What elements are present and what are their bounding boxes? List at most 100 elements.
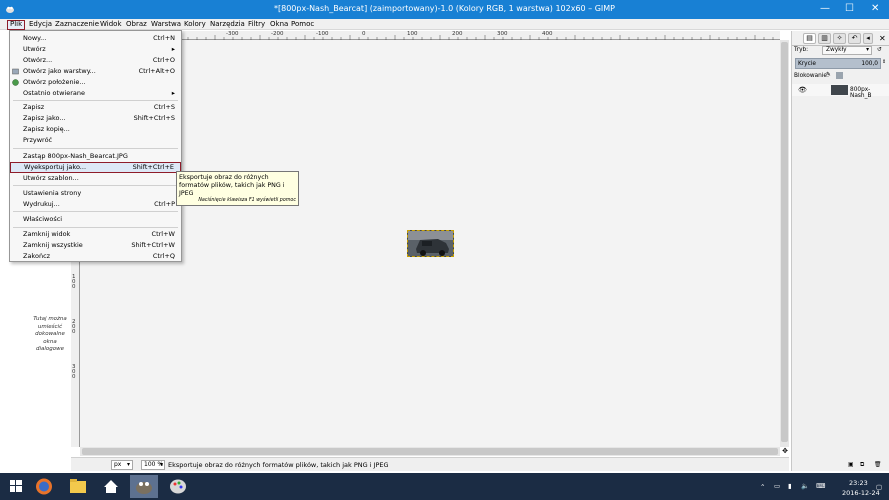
navigate-icon[interactable]: ✥ <box>781 447 789 456</box>
lock-paint-icon[interactable]: ✎ <box>826 72 831 78</box>
menu-pomoc[interactable]: Pomoc <box>289 20 316 30</box>
ruler-top-ticks <box>80 35 774 40</box>
opacity-slider[interactable]: Krycie 100,0 <box>795 58 881 69</box>
volume-icon[interactable]: 🔈 <box>801 482 809 490</box>
start-button[interactable] <box>2 475 30 498</box>
mode-value: Zwykły <box>826 47 847 53</box>
menu-item-zamknij-widok[interactable]: Zamknij widok Ctrl+W <box>10 229 181 240</box>
menu-obraz[interactable]: Obraz <box>124 20 149 30</box>
channels-icon: ▥ <box>821 34 828 42</box>
tab-layers[interactable]: ▤ <box>803 33 816 44</box>
menu-item-utworz-szablon[interactable]: Utwórz szablon... <box>10 173 181 184</box>
menu-item-zamknij-wszystkie[interactable]: Zamknij wszystkie Shift+Ctrl+W <box>10 240 181 251</box>
window-title: *[800px-Nash_Bearcat] (zaimportowany)-1.… <box>273 4 615 13</box>
delete-layer-icon[interactable]: 🗑 <box>874 462 881 468</box>
horizontal-scroll-thumb[interactable] <box>82 448 778 455</box>
notifications-icon[interactable]: ▢ <box>876 483 882 491</box>
tab-channels[interactable]: ▥ <box>818 33 831 44</box>
mode-reset-icon[interactable]: ↺ <box>877 47 882 53</box>
opacity-value: 100,0 <box>861 61 878 67</box>
menu-item-label: Otwórz... <box>23 56 53 64</box>
menu-item-zakoncz[interactable]: Zakończ Ctrl+Q <box>10 251 181 262</box>
panel-bottom-bar: ▣ ⧉ 🗑 <box>792 461 889 471</box>
menu-warstwa[interactable]: Warstwa <box>149 20 183 30</box>
menu-item-otworz[interactable]: Otwórz... Ctrl+O <box>10 55 181 66</box>
zoom-select[interactable]: 100 % ▾ <box>141 460 165 470</box>
menu-item-ustawienia-strony[interactable]: Ustawienia strony <box>10 188 181 199</box>
vertical-scroll-thumb[interactable] <box>781 42 788 442</box>
layer-thumbnail <box>831 85 848 95</box>
menu-item-zapisz-jako[interactable]: Zapisz jako... Shift+Ctrl+S <box>10 113 181 124</box>
menu-item-nowy[interactable]: Nowy... Ctrl+N <box>10 33 181 44</box>
duplicate-layer-icon[interactable]: ⧉ <box>860 462 864 469</box>
menu-separator <box>13 185 178 186</box>
menu-kolory[interactable]: Kolory <box>182 20 208 30</box>
menu-item-zapisz[interactable]: Zapisz Ctrl+S <box>10 102 181 113</box>
paint-button[interactable] <box>164 475 192 498</box>
new-layer-icon[interactable]: ▣ <box>848 462 853 468</box>
close-button[interactable]: ✕ <box>871 3 879 14</box>
menu-item-przywroc[interactable]: Przywróć <box>10 135 181 146</box>
menu-item-utworz[interactable]: Utwórz ▸ <box>10 44 181 55</box>
clock-time[interactable]: 23:23 <box>849 479 868 487</box>
dock-tabs: ▤ ▥ ✧ ↶ ◂ ✕ <box>792 31 889 46</box>
taskbar: ⌃ ▭ ▮ 🔈 ⌨ 23:23 2016-12-24 ▢ <box>0 473 889 500</box>
menu-item-label: Zapisz <box>23 103 45 111</box>
firefox-button[interactable] <box>30 475 58 498</box>
minimize-button[interactable]: — <box>820 3 830 14</box>
menu-zaznaczenie[interactable]: Zaznaczenie <box>53 20 101 30</box>
vertical-scrollbar[interactable] <box>780 40 789 447</box>
battery-icon[interactable]: ▮ <box>788 482 792 490</box>
menu-item-zastap[interactable]: Zastąp 800px-Nash_Bearcat.JPG <box>10 151 181 162</box>
menu-item-shortcut: Shift+Ctrl+E <box>132 163 174 171</box>
menu-widok[interactable]: Widok <box>98 20 124 30</box>
gimp-taskbar-button[interactable] <box>130 475 158 498</box>
tab-menu[interactable]: ◂ <box>863 33 873 44</box>
menu-narzedzia[interactable]: Narzędzia <box>208 20 247 30</box>
submenu-arrow-icon: ▸ <box>171 89 175 97</box>
menu-item-zapisz-kopie[interactable]: Zapisz kopię... <box>10 124 181 135</box>
mode-select[interactable]: Zwykły ▾ <box>822 46 872 55</box>
lock-label: Blokowanie: <box>794 73 829 79</box>
file-menu: Nowy... Ctrl+N Utwórz ▸ Otwórz... Ctrl+O Ot… <box>9 30 182 262</box>
image-layer[interactable] <box>407 230 454 257</box>
unit-value: px <box>114 461 122 468</box>
menu-item-label: Otwórz jako warstwy... <box>23 67 96 75</box>
opacity-spin-icon[interactable]: ⇕ <box>882 59 886 65</box>
ruler-top-label: 300 <box>497 31 508 37</box>
menu-okna[interactable]: Okna <box>268 20 290 30</box>
panel-close-icon[interactable]: ✕ <box>879 34 886 43</box>
file-explorer-button[interactable] <box>64 475 92 498</box>
layers-dock: ▤ ▥ ✧ ↶ ◂ ✕ Tryb: Zwykły ▾ ↺ Krycie 100,0… <box>791 31 889 471</box>
menu-item-wydrukuj[interactable]: Wydrukuj... Ctrl+P <box>10 199 181 210</box>
title-bar: *[800px-Nash_Bearcat] (zaimportowany)-1.… <box>0 0 889 19</box>
unit-select[interactable]: px ▾ <box>111 460 133 470</box>
home-button[interactable] <box>97 475 125 498</box>
menu-item-otworz-polozenie[interactable]: Otwórz położenie... <box>10 77 181 88</box>
ruler-left-label: 200 <box>72 319 76 335</box>
keyboard-icon[interactable]: ⌨ <box>816 482 825 490</box>
clock-date[interactable]: 2016-12-24 <box>842 489 880 497</box>
menu-item-wyeksportuj-jako[interactable]: Wyeksportuj jako... Shift+Ctrl+E <box>10 162 181 173</box>
tray-chevron-up-icon[interactable]: ⌃ <box>760 483 765 491</box>
layer-row[interactable]: 👁 800px-Nash_B <box>792 84 889 99</box>
menu-edycja[interactable]: Edycja <box>27 20 54 30</box>
horizontal-scrollbar[interactable] <box>80 447 780 456</box>
opacity-label: Krycie <box>798 61 816 67</box>
menu-item-ostatnio-otwierane[interactable]: Ostatnio otwierane ▸ <box>10 88 181 99</box>
status-message: Eksportuje obraz do różnych formatów pli… <box>168 461 389 469</box>
tab-undo[interactable]: ↶ <box>848 33 861 44</box>
tab-paths[interactable]: ✧ <box>833 33 846 44</box>
visibility-eye-icon[interactable]: 👁 <box>798 86 807 94</box>
maximize-button[interactable]: ☐ <box>845 3 854 14</box>
tooltip-text: Eksportuje obraz do różnych formatów pli… <box>179 174 285 197</box>
menu-plik[interactable]: Plik <box>7 20 26 30</box>
menu-item-label: Wydrukuj... <box>23 200 60 208</box>
menu-filtry[interactable]: Filtry <box>246 20 267 30</box>
lock-alpha-icon[interactable] <box>836 72 843 79</box>
menu-item-otworz-jako-warstwy[interactable]: Otwórz jako warstwy... Ctrl+Alt+O <box>10 66 181 77</box>
menu-item-wlasciwosci[interactable]: Właściwości <box>10 214 181 225</box>
ruler-top[interactable]: -300 -200 -100 0 100 200 300 400 <box>80 31 780 40</box>
network-icon[interactable]: ▭ <box>774 482 780 490</box>
chevron-down-icon: ▾ <box>126 461 130 468</box>
